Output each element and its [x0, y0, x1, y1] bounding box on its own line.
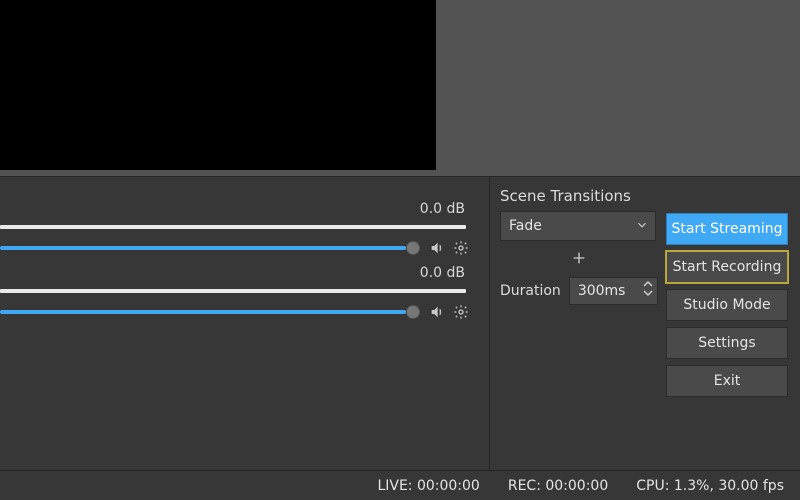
- chevron-down-icon[interactable]: [643, 289, 653, 297]
- speaker-icon[interactable]: [428, 239, 446, 257]
- studio-mode-button[interactable]: Studio Mode: [666, 289, 788, 321]
- scene-transitions-title: Scene Transitions: [500, 187, 658, 205]
- transition-select[interactable]: Fade: [500, 211, 656, 241]
- start-recording-button[interactable]: Start Recording: [666, 251, 788, 283]
- volume-slider[interactable]: [0, 241, 466, 255]
- volume-slider-thumb[interactable]: [406, 305, 420, 319]
- status-bar: LIVE: 00:00:00 REC: 00:00:00 CPU: 1.3%, …: [0, 470, 800, 500]
- duration-spinner[interactable]: 300ms: [569, 277, 658, 305]
- audio-mixer-panel: 0.0 dB 0.0 dB: [0, 177, 490, 471]
- chevron-up-icon[interactable]: [643, 280, 653, 288]
- status-cpu: CPU: 1.3%, 30.00 fps: [636, 478, 784, 494]
- control-buttons: Start Streaming Start Recording Studio M…: [666, 213, 788, 397]
- add-transition-button[interactable]: [568, 247, 590, 269]
- transition-select-value: Fade: [509, 218, 542, 234]
- settings-button[interactable]: Settings: [666, 327, 788, 359]
- duration-value: 300ms: [578, 283, 626, 299]
- preview-row: [0, 0, 800, 176]
- status-rec: REC: 00:00:00: [508, 478, 608, 494]
- audio-channel: 0.0 dB: [0, 265, 489, 329]
- preview-canvas[interactable]: [0, 0, 436, 170]
- scene-transitions-panel: Scene Transitions Fade Duration 300ms: [500, 187, 658, 305]
- duration-label: Duration: [500, 283, 561, 299]
- start-streaming-button[interactable]: Start Streaming: [666, 213, 788, 245]
- volume-slider-thumb[interactable]: [406, 241, 420, 255]
- gear-icon[interactable]: [452, 303, 470, 321]
- audio-channel: 0.0 dB: [0, 201, 489, 265]
- exit-button[interactable]: Exit: [666, 365, 788, 397]
- chevron-down-icon: [635, 218, 649, 236]
- volume-slider[interactable]: [0, 305, 466, 319]
- audio-meter: [0, 225, 466, 229]
- audio-db-readout: 0.0 dB: [420, 201, 465, 217]
- audio-meter: [0, 289, 466, 293]
- status-live: LIVE: 00:00:00: [377, 478, 479, 494]
- preview-empty-area: [436, 0, 800, 176]
- gear-icon[interactable]: [452, 239, 470, 257]
- speaker-icon[interactable]: [428, 303, 446, 321]
- audio-db-readout: 0.0 dB: [420, 265, 465, 281]
